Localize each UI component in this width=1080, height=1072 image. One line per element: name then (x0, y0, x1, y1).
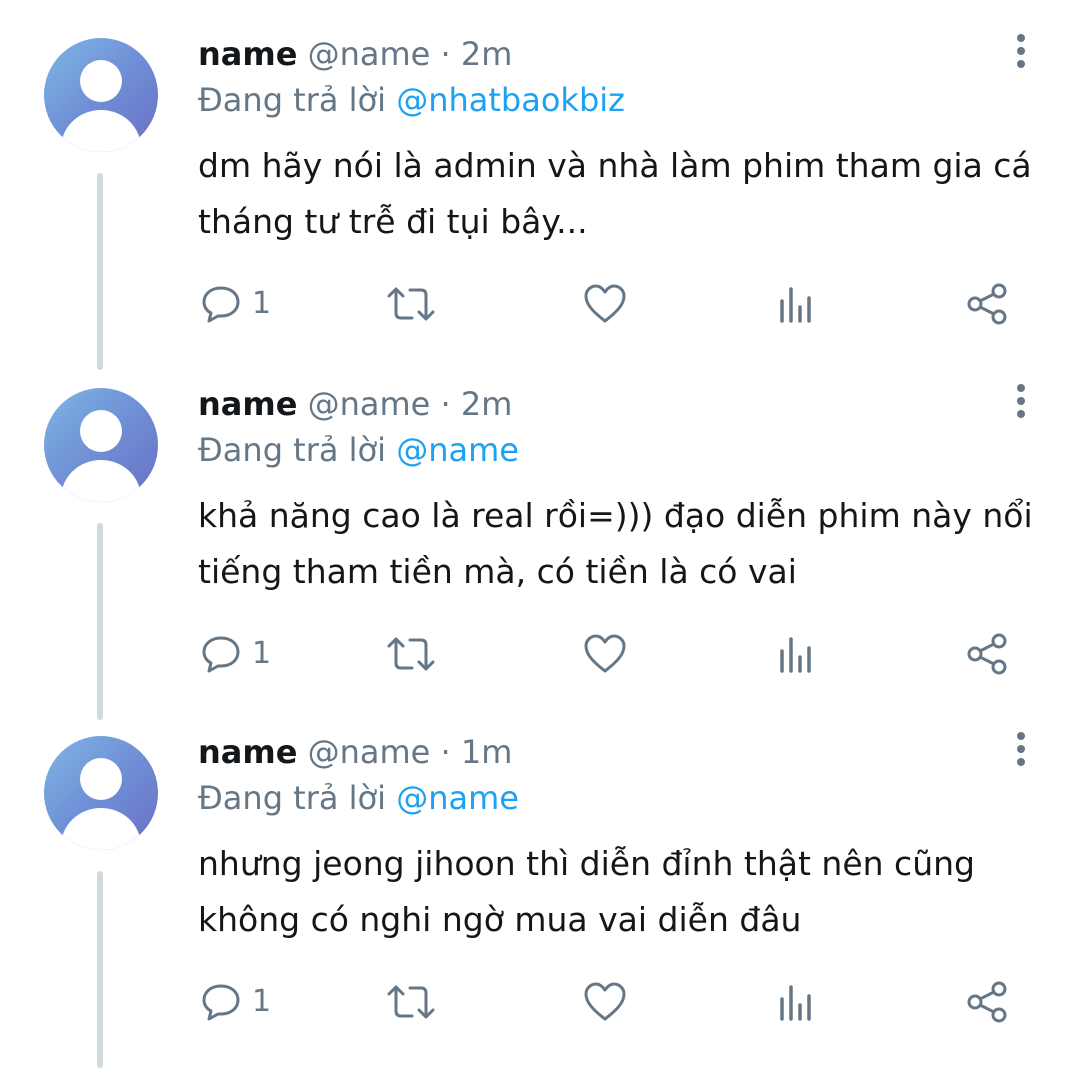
dot (1017, 758, 1025, 766)
avatar[interactable] (44, 736, 158, 850)
more-options-button[interactable] (1004, 30, 1038, 72)
separator: · (440, 35, 451, 73)
reply-mention[interactable]: @name (396, 779, 519, 817)
timestamp[interactable]: 2m (461, 35, 513, 73)
speech-bubble-icon (202, 286, 240, 323)
tweet-header: name @name · 2m (198, 30, 512, 78)
avatar[interactable] (44, 38, 158, 152)
retweet-icon (387, 637, 435, 671)
display-name[interactable]: name (198, 35, 297, 73)
share-icon (967, 633, 1007, 675)
dot (1017, 60, 1025, 68)
default-user-icon (61, 60, 141, 152)
tweet[interactable]: name @name · 1m Đang trả lời @name nhưng… (0, 698, 1080, 1068)
dot (1017, 410, 1025, 418)
speech-bubble-icon (202, 984, 240, 1021)
display-name[interactable]: name (198, 733, 297, 771)
separator: · (440, 733, 451, 771)
retweet-icon (387, 287, 435, 321)
separator: · (440, 385, 451, 423)
vertical-dots-icon (1017, 732, 1025, 740)
default-user-icon (61, 758, 141, 850)
dot (1017, 47, 1025, 55)
action-bar: 1 (0, 280, 1080, 328)
reply-button[interactable]: 1 (200, 280, 271, 328)
reply-prefix: Đang trả lời (198, 431, 387, 469)
reply-to-line: Đang trả lời @name (198, 774, 519, 822)
thread-line (97, 173, 103, 370)
bar-chart-icon (780, 985, 811, 1021)
avatar[interactable] (44, 388, 158, 502)
tweet[interactable]: name @name · 2m Đang trả lời @nhatbaokbi… (0, 0, 1080, 370)
action-bar: 1 (0, 630, 1080, 678)
thread-line (97, 523, 103, 720)
bar-chart-icon (780, 637, 811, 673)
views-button[interactable] (777, 630, 817, 678)
tweet-text: nhưng jeong jihoon thì diễn đỉnh thật nê… (198, 844, 975, 939)
reply-prefix: Đang trả lời (198, 779, 387, 817)
handle[interactable]: @name (308, 385, 431, 423)
reply-mention[interactable]: @name (396, 431, 519, 469)
tweet-header: name @name · 2m (198, 380, 512, 428)
action-bar: 1 (0, 978, 1080, 1026)
bar-chart-icon (780, 287, 811, 323)
reply-button[interactable]: 1 (200, 978, 271, 1026)
tweet[interactable]: name @name · 2m Đang trả lời @name khả n… (0, 350, 1080, 720)
retweet-button[interactable] (385, 280, 437, 328)
reply-to-line: Đang trả lời @nhatbaokbiz (198, 76, 625, 124)
retweet-button[interactable] (385, 978, 437, 1026)
share-icon (967, 981, 1007, 1023)
share-icon (967, 283, 1007, 325)
tweet-text: dm hãy nói là admin và nhà làm phim tham… (198, 146, 1032, 241)
share-button[interactable] (966, 630, 1010, 678)
dot (1017, 397, 1025, 405)
timestamp[interactable]: 1m (461, 733, 513, 771)
retweet-button[interactable] (385, 630, 437, 678)
heart-icon (584, 982, 626, 1021)
reply-mention[interactable]: @nhatbaokbiz (396, 81, 625, 119)
speech-bubble-icon (202, 636, 240, 673)
timestamp[interactable]: 2m (461, 385, 513, 423)
heart-icon (584, 284, 626, 323)
tweet-text: khả năng cao là real rồi=))) đạo diễn ph… (198, 496, 1033, 591)
share-button[interactable] (966, 978, 1010, 1026)
display-name[interactable]: name (198, 385, 297, 423)
views-button[interactable] (777, 280, 817, 328)
like-button[interactable] (582, 978, 628, 1026)
tweet-header: name @name · 1m (198, 728, 512, 776)
more-options-button[interactable] (1004, 728, 1038, 770)
heart-icon (584, 634, 626, 673)
reply-button[interactable]: 1 (200, 630, 271, 678)
views-button[interactable] (777, 978, 817, 1026)
default-user-icon (61, 410, 141, 502)
reply-count: 1 (252, 984, 272, 1019)
handle[interactable]: @name (308, 35, 431, 73)
reply-count: 1 (252, 636, 272, 671)
more-options-button[interactable] (1004, 380, 1038, 422)
reply-to-line: Đang trả lời @name (198, 426, 519, 474)
like-button[interactable] (582, 630, 628, 678)
vertical-dots-icon (1017, 34, 1025, 42)
share-button[interactable] (966, 280, 1010, 328)
reply-prefix: Đang trả lời (198, 81, 387, 119)
vertical-dots-icon (1017, 384, 1025, 392)
handle[interactable]: @name (308, 733, 431, 771)
reply-count: 1 (252, 286, 272, 321)
thread-line (97, 871, 103, 1068)
like-button[interactable] (582, 280, 628, 328)
retweet-icon (387, 985, 435, 1019)
dot (1017, 745, 1025, 753)
